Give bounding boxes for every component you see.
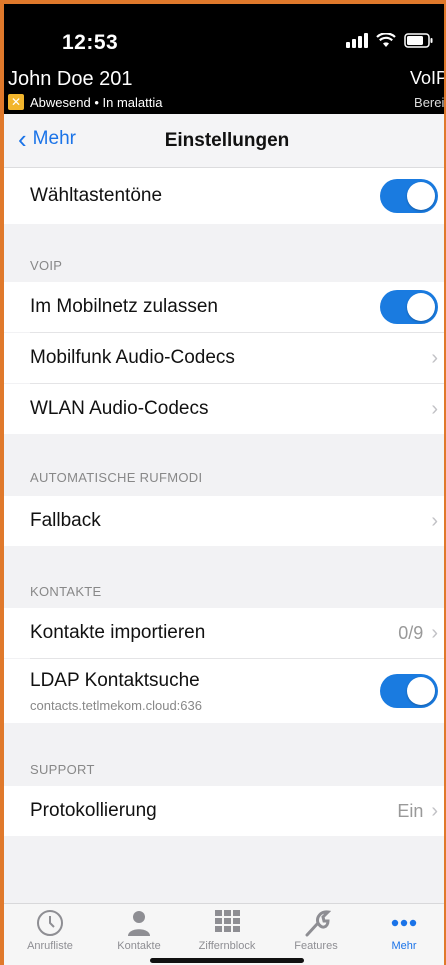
page-title: Einstellungen (164, 130, 290, 151)
wrench-icon (272, 908, 360, 938)
ready-label: Bereit (414, 95, 446, 110)
row-wlan-codecs[interactable]: WLAN Audio-Codecs › (4, 384, 444, 434)
person-icon (95, 908, 183, 938)
chevron-right-icon: › (431, 621, 438, 644)
dialtones-toggle[interactable] (380, 179, 438, 213)
tab-bar: Anrufliste Kontakte Ziffernblock Feature… (4, 903, 444, 965)
tab-label: Features (294, 940, 338, 952)
mobile-codecs-label: Mobilfunk Audio-Codecs (30, 347, 235, 368)
mobile-allow-label: Im Mobilnetz zulassen (30, 296, 218, 317)
cellular-signal-icon (346, 32, 368, 48)
keypad-icon (183, 908, 271, 938)
row-import-contacts[interactable]: Kontakte importieren 0/9 › (4, 608, 444, 658)
settings-list: Wähltastentöne VOIP Im Mobilnetz zulasse… (4, 168, 444, 903)
mobile-allow-toggle[interactable] (380, 290, 438, 324)
row-mobile-codecs[interactable]: Mobilfunk Audio-Codecs › (4, 333, 444, 383)
section-support: SUPPORT (30, 762, 95, 777)
tab-ziffernblock[interactable]: Ziffernblock (183, 908, 271, 952)
tab-mehr[interactable]: Mehr (360, 908, 444, 952)
row-dialtones: Wähltastentöne (4, 168, 444, 224)
ldap-server: contacts.tetlmekom.cloud:636 (30, 697, 202, 713)
chevron-right-icon: › (431, 397, 438, 420)
logging-value: Ein (397, 800, 424, 821)
row-mobile-allow: Im Mobilnetz zulassen (4, 282, 444, 332)
dialtones-label: Wähltastentöne (30, 185, 163, 206)
tab-anrufliste[interactable]: Anrufliste (6, 908, 94, 952)
wlan-codecs-label: WLAN Audio-Codecs (30, 398, 209, 419)
row-fallback[interactable]: Fallback › (4, 496, 444, 546)
status-time: 12:53 (62, 31, 119, 54)
tab-label: Anrufliste (27, 940, 73, 952)
section-contacts: KONTAKTE (30, 584, 102, 599)
tab-label: Ziffernblock (198, 940, 256, 952)
away-status-icon: ✕ (8, 94, 24, 110)
fallback-label: Fallback (30, 510, 101, 531)
app-frame: 12:53 John Doe 201 ✕ Abwesend • In malat… (0, 0, 446, 965)
user-name: John Doe 201 (8, 68, 133, 90)
clock-icon (6, 908, 94, 938)
chevron-right-icon: › (431, 799, 438, 822)
more-dots-icon (360, 908, 444, 938)
tab-kontakte[interactable]: Kontakte (95, 908, 183, 952)
header-dark: 12:53 John Doe 201 ✕ Abwesend • In malat… (4, 4, 446, 114)
import-contacts-value: 0/9 (398, 622, 424, 643)
presence-text: Abwesend • In malattia (30, 94, 163, 110)
logging-label: Protokollierung (30, 800, 157, 821)
ldap-label: LDAP Kontaktsuche (30, 669, 200, 691)
section-voip: VOIP (30, 258, 63, 273)
navigation-bar: ‹ Mehr Einstellungen (4, 114, 444, 168)
tab-label: Mehr (391, 940, 417, 952)
row-ldap: LDAP Kontaktsuche contacts.tetlmekom.clo… (4, 659, 444, 723)
section-auto-modes: AUTOMATISCHE RUFMODI (30, 470, 203, 485)
user-presence-status[interactable]: ✕ Abwesend • In malattia (8, 94, 162, 110)
wifi-icon (376, 32, 396, 48)
tab-label: Kontakte (117, 940, 161, 952)
home-indicator[interactable] (150, 958, 304, 963)
import-contacts-label: Kontakte importieren (30, 622, 206, 643)
voip-label: VoIP (409, 68, 446, 88)
battery-icon (404, 32, 434, 48)
chevron-right-icon: › (431, 346, 438, 369)
chevron-right-icon: › (431, 509, 438, 532)
tab-features[interactable]: Features (272, 908, 360, 952)
status-icons (346, 32, 434, 48)
row-logging[interactable]: Protokollierung Ein › (4, 786, 444, 836)
ldap-toggle[interactable] (380, 674, 438, 708)
